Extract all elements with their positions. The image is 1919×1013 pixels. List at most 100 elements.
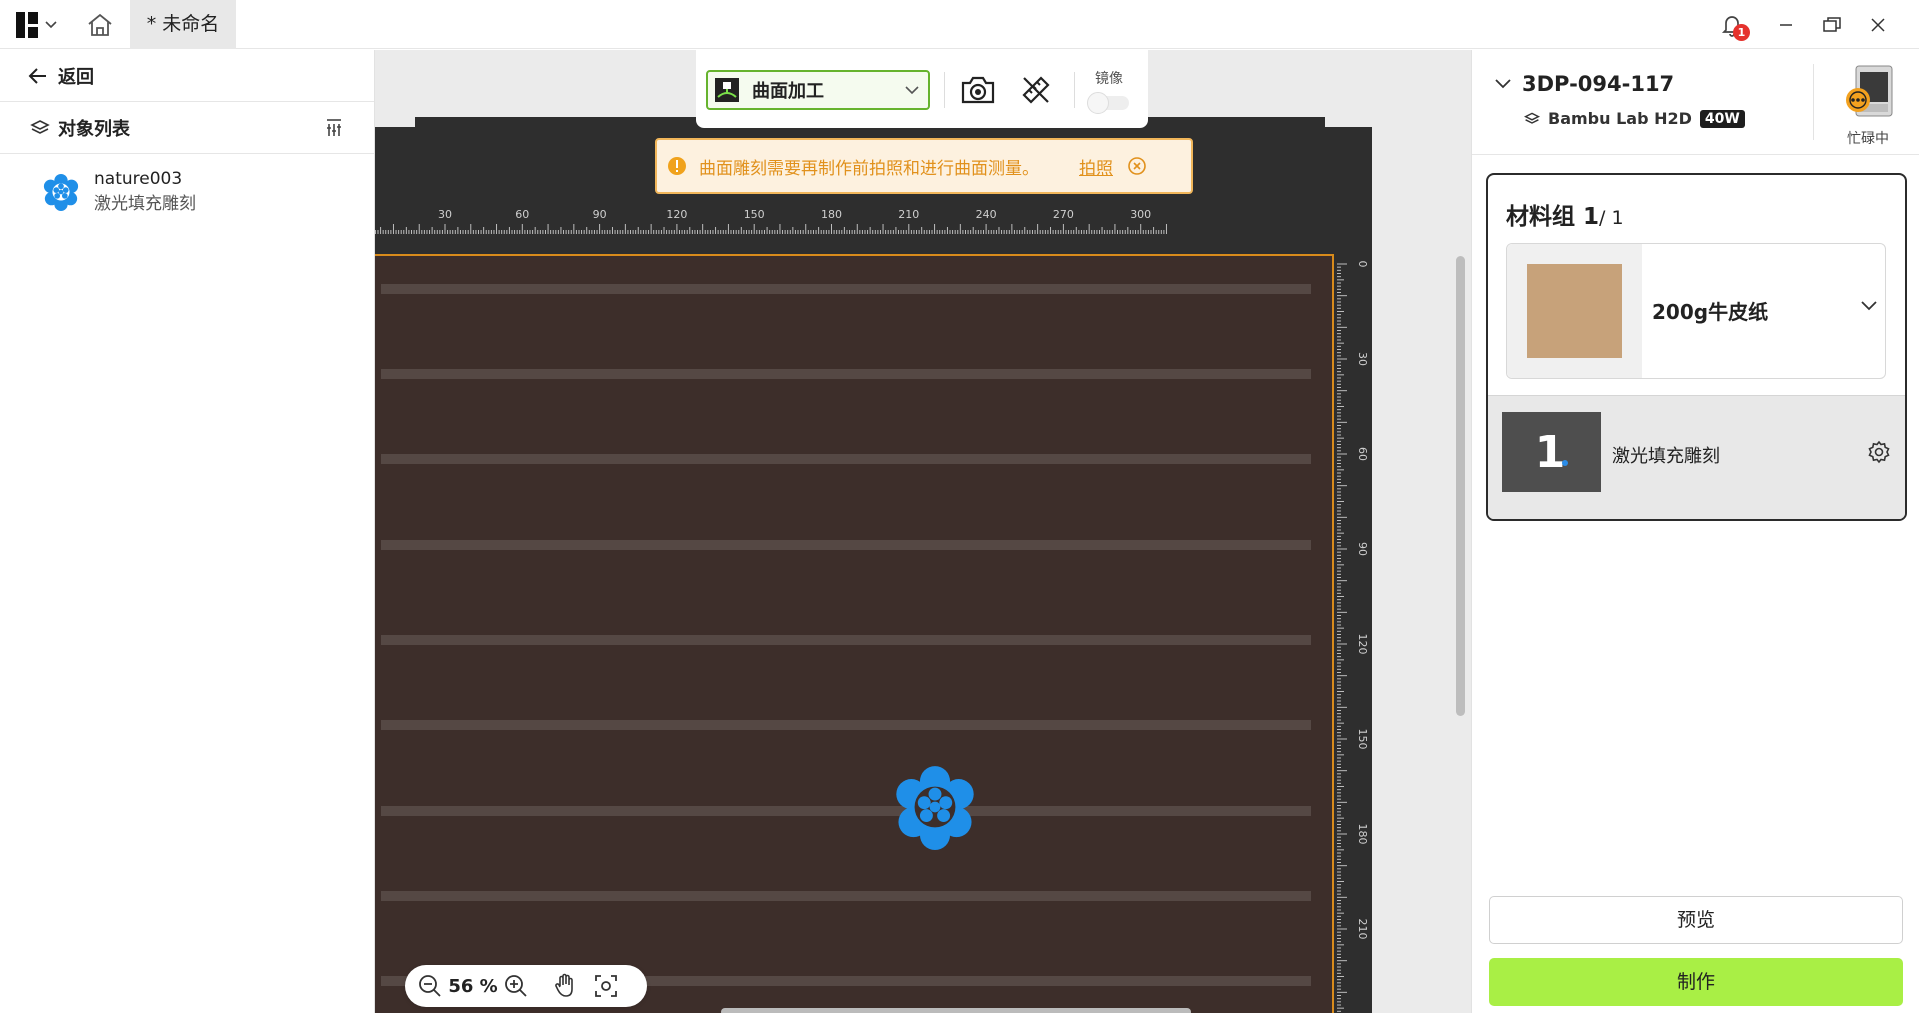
- info-icon: [668, 157, 686, 175]
- ruler-pencil-icon: [1022, 76, 1050, 104]
- material-group-count: / 1: [1599, 207, 1624, 229]
- layer-number: 1: [1502, 412, 1601, 492]
- canvas-area[interactable]: 30 60 90 120 150 180 210 240 270 300 0 30 60 90 120 15…: [375, 50, 1471, 1013]
- ruler-label: 90: [593, 208, 607, 221]
- notification-badge: 1: [1733, 24, 1750, 41]
- arrow-left-icon: [28, 67, 46, 84]
- bed-slat: [381, 369, 1311, 379]
- processing-mode-label: 曲面加工: [752, 81, 824, 102]
- ruler-label: 180: [1356, 824, 1369, 845]
- zoom-in-icon: [505, 975, 527, 997]
- device-status-label: 忙碌中: [1847, 131, 1889, 147]
- object-process: 激光填充雕刻: [94, 194, 196, 214]
- ruler-label: 150: [744, 208, 765, 221]
- bed-slat: [381, 891, 1311, 901]
- work-area[interactable]: [375, 254, 1334, 1013]
- object-list-header: 对象列表: [0, 102, 374, 154]
- sort-icon[interactable]: [324, 118, 344, 138]
- ruler-label: 60: [1356, 447, 1369, 461]
- canvas-toolbar: 曲面加工 镜像: [696, 50, 1148, 128]
- mirror-toggle[interactable]: [1087, 92, 1129, 114]
- laser-power-tag: 40W: [1699, 109, 1745, 128]
- device-header: 3DP-094-117 Bambu Lab H2D 40W 忙碌中: [1472, 50, 1919, 155]
- notifications-button[interactable]: 1: [1709, 0, 1755, 49]
- layers-icon: [1524, 112, 1540, 124]
- pan-tool-button[interactable]: [551, 971, 581, 1001]
- notice-message: 曲面雕刻需要再制作前拍照和进行曲面测量。: [699, 158, 1039, 179]
- ruler-label: 30: [438, 208, 452, 221]
- gear-icon[interactable]: [1867, 440, 1891, 464]
- hand-icon: [555, 973, 573, 997]
- ruler-label: 0: [1356, 261, 1369, 268]
- document-tab[interactable]: * 未命名: [130, 0, 236, 49]
- bed-slat: [381, 454, 1311, 464]
- close-window-button[interactable]: [1855, 0, 1901, 49]
- ruler-label: 210: [1356, 919, 1369, 940]
- back-label: 返回: [58, 66, 94, 88]
- bed-slat: [381, 284, 1311, 294]
- measure-button[interactable]: [1016, 70, 1056, 110]
- close-icon: [1871, 17, 1885, 32]
- ruler-label: 90: [1356, 542, 1369, 556]
- device-model-name: Bambu Lab H2D: [1548, 109, 1692, 128]
- back-button[interactable]: 返回: [0, 50, 374, 102]
- vertical-scrollbar[interactable]: [1456, 256, 1465, 716]
- right-panel: 3DP-094-117 Bambu Lab H2D 40W 忙碌中 材料组 1/…: [1471, 50, 1919, 1013]
- ruler-label: 120: [1356, 634, 1369, 655]
- object-name: nature003: [94, 169, 183, 189]
- material-group-card: 材料组 1/ 1 200g牛皮纸 1 激光填充雕刻: [1486, 173, 1907, 521]
- close-circle-icon[interactable]: [1127, 156, 1147, 176]
- object-list-title: 对象列表: [58, 118, 130, 140]
- make-button[interactable]: 制作: [1489, 958, 1903, 1006]
- chevron-down-icon: [45, 21, 57, 29]
- ruler-label: 150: [1356, 729, 1369, 750]
- zoom-level: 56 %: [448, 975, 498, 997]
- process-layer-row[interactable]: 1 激光填充雕刻: [1488, 395, 1905, 519]
- device-name: 3DP-094-117: [1522, 72, 1675, 96]
- ruler-label: 180: [821, 208, 842, 221]
- material-name: 200g牛皮纸: [1652, 300, 1769, 324]
- bed-slat: [381, 635, 1311, 645]
- zoom-out-button[interactable]: [415, 971, 445, 1001]
- fit-view-button[interactable]: [591, 971, 621, 1001]
- layer-process-name: 激光填充雕刻: [1612, 446, 1720, 467]
- left-panel: 返回 对象列表 nature003 激光填充雕刻: [0, 50, 375, 1013]
- canvas-object-flower[interactable]: [892, 764, 978, 850]
- device-status[interactable]: 忙碌中: [1824, 62, 1912, 148]
- material-group-title: 材料组 1/ 1: [1506, 204, 1624, 230]
- chevron-down-icon: [1861, 301, 1877, 311]
- chevron-down-icon: [1495, 79, 1511, 89]
- ruler-label: 120: [666, 208, 687, 221]
- bed-slat: [381, 540, 1311, 550]
- device-model: Bambu Lab H2D 40W: [1524, 109, 1745, 128]
- printer-icon: [1846, 65, 1893, 117]
- take-photo-link[interactable]: 拍照: [1079, 154, 1113, 179]
- camera-button[interactable]: [958, 70, 998, 110]
- ruler-label: 30: [1356, 352, 1369, 366]
- restore-button[interactable]: [1809, 0, 1855, 49]
- device-selector[interactable]: 3DP-094-117: [1494, 72, 1674, 96]
- zoom-in-button[interactable]: [501, 971, 531, 1001]
- app-menu-button[interactable]: [16, 10, 64, 40]
- horizontal-scrollbar[interactable]: [721, 1008, 1191, 1013]
- minimize-button[interactable]: [1763, 0, 1809, 49]
- object-list-item[interactable]: nature003 激光填充雕刻: [0, 154, 374, 230]
- chevron-down-icon: [905, 86, 919, 95]
- home-button[interactable]: [86, 12, 114, 38]
- ruler-label: 270: [1053, 208, 1074, 221]
- ruler-label: 210: [898, 208, 919, 221]
- processing-mode-select[interactable]: 曲面加工: [706, 70, 930, 110]
- surface-notice-banner: 曲面雕刻需要再制作前拍照和进行曲面测量。 拍照: [655, 138, 1193, 194]
- ruler-label: 60: [515, 208, 529, 221]
- material-select[interactable]: 200g牛皮纸: [1506, 243, 1886, 379]
- focus-icon: [595, 975, 617, 997]
- zoom-control: 56 %: [405, 965, 647, 1007]
- preview-button[interactable]: 预览: [1489, 896, 1903, 944]
- mirror-control: 镜像: [1087, 68, 1129, 114]
- ruler-top: 30 60 90 120 150 180 210 240 270 300: [375, 208, 1167, 234]
- camera-icon: [961, 76, 995, 104]
- mirror-label: 镜像: [1095, 71, 1123, 87]
- flower-icon: [43, 173, 79, 211]
- minimize-icon: [1780, 23, 1792, 26]
- bed-slat: [381, 720, 1311, 730]
